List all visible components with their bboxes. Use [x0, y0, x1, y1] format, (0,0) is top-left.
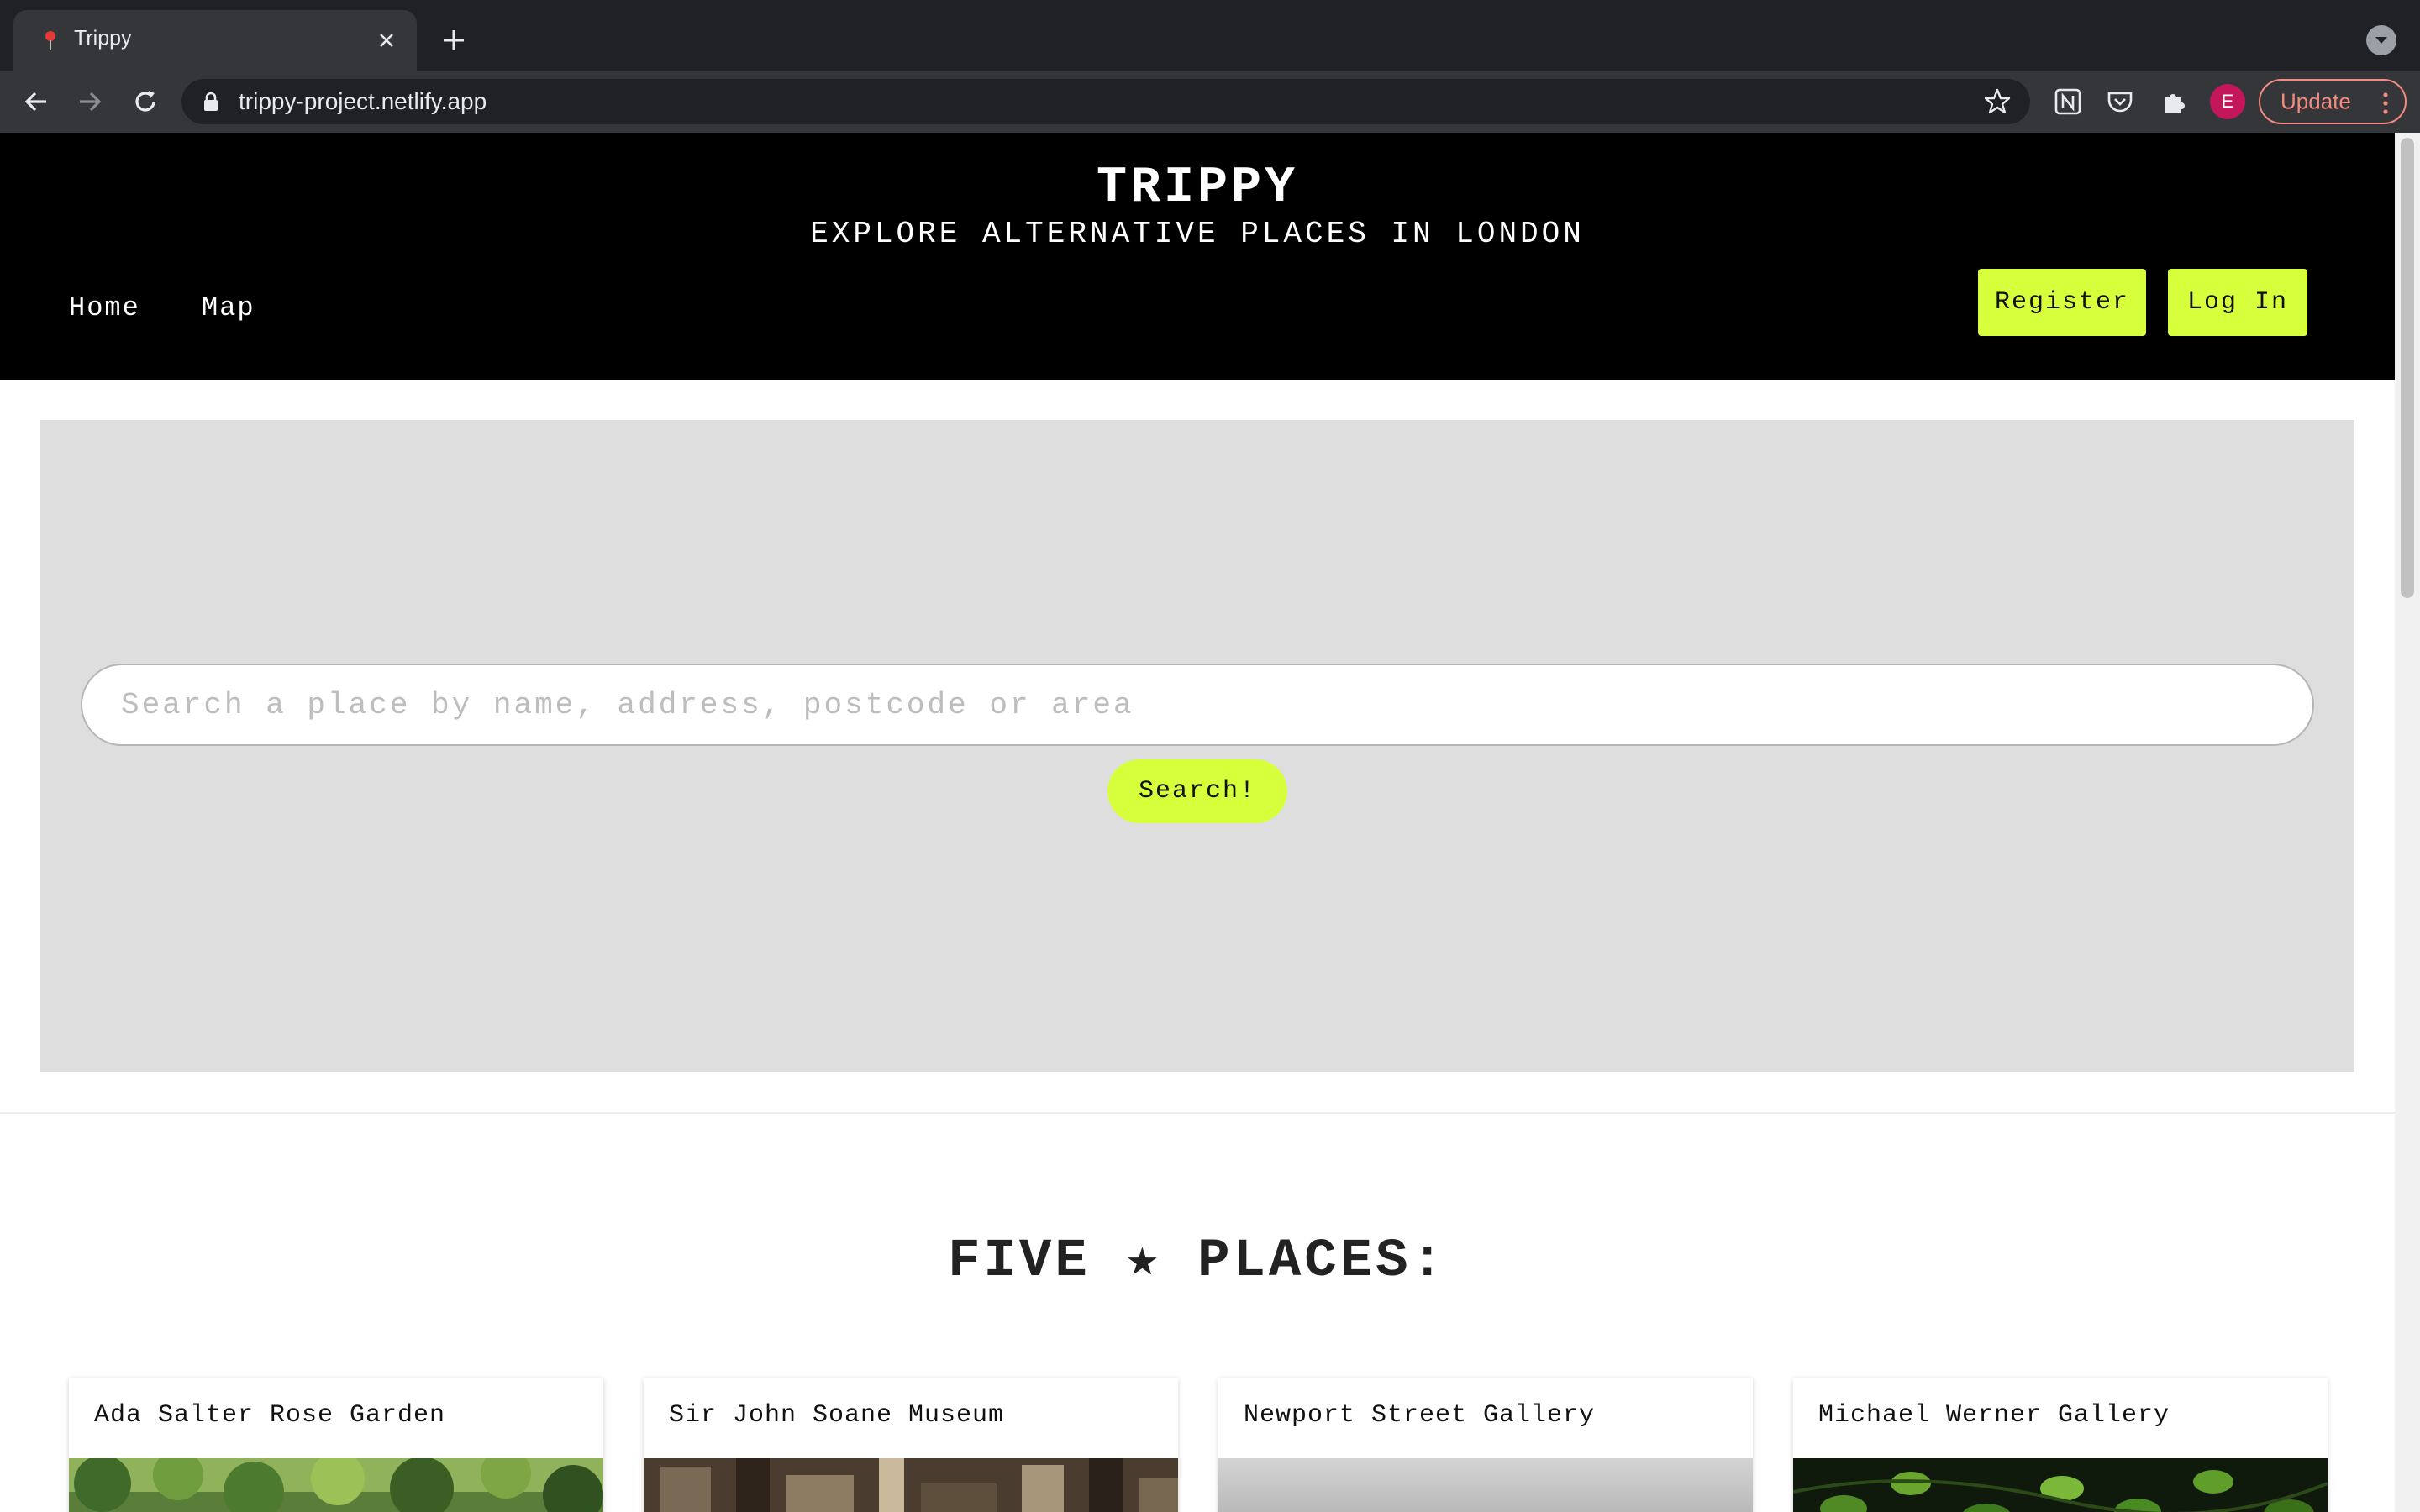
place-photo [1218, 1458, 1753, 1512]
site-title[interactable]: TRIPPY [0, 160, 2395, 217]
site-header: TRIPPY EXPLORE ALTERNATIVE PLACES IN LON… [0, 133, 2395, 380]
place-card[interactable]: Michael Werner Gallery [1793, 1378, 2328, 1512]
pocket-extension-icon[interactable] [2102, 84, 2138, 119]
place-card-title: Sir John Soane Museum [669, 1401, 1005, 1430]
lock-icon [204, 92, 218, 111]
section-divider [0, 1112, 2395, 1114]
browser-tab[interactable]: Trippy [13, 10, 417, 71]
featured-places-title: FIVE ★ PLACES: [948, 1231, 1447, 1292]
place-card[interactable]: Sir John Soane Museum [644, 1378, 1178, 1512]
place-card-title: Michael Werner Gallery [1818, 1401, 2170, 1430]
address-bar[interactable]: trippy-project.netlify.app [182, 79, 2030, 124]
search-input[interactable] [81, 664, 2314, 746]
update-button[interactable]: Update [2259, 79, 2407, 124]
reload-icon[interactable] [126, 82, 165, 121]
nav-home-link[interactable]: Home [69, 292, 140, 323]
search-button[interactable]: Search! [1107, 759, 1287, 823]
place-card[interactable]: Newport Street Gallery [1218, 1378, 1753, 1512]
url-text: trippy-project.netlify.app [239, 88, 487, 114]
close-tab-icon[interactable] [371, 25, 402, 55]
page-scrollbar[interactable] [2395, 133, 2420, 1512]
browser-tabstrip: Trippy [0, 0, 2420, 71]
notion-extension-icon[interactable] [2050, 84, 2086, 119]
register-button[interactable]: Register [1978, 269, 2146, 336]
page-viewport: TRIPPY EXPLORE ALTERNATIVE PLACES IN LON… [0, 133, 2395, 1512]
nav-map-link[interactable]: Map [202, 292, 255, 323]
login-button[interactable]: Log In [2168, 269, 2307, 336]
place-card-title: Newport Street Gallery [1244, 1401, 1596, 1430]
forward-arrow-icon[interactable] [71, 82, 109, 121]
tab-title: Trippy [74, 26, 132, 50]
place-photo [69, 1458, 603, 1512]
browser-toolbar: trippy-project.netlify.app E Update [0, 71, 2420, 133]
place-photo [644, 1458, 1178, 1512]
bookmark-star-icon[interactable] [1983, 87, 2012, 116]
profile-avatar[interactable]: E [2210, 84, 2245, 119]
place-card[interactable]: Ada Salter Rose Garden [69, 1378, 603, 1512]
back-arrow-icon[interactable] [17, 82, 55, 121]
place-photo [1793, 1458, 2328, 1512]
more-vertical-icon [2383, 92, 2388, 114]
update-label: Update [2281, 88, 2351, 114]
extensions-puzzle-icon[interactable] [2156, 84, 2191, 119]
new-tab-icon[interactable] [437, 24, 471, 57]
scrollbar-thumb[interactable] [2401, 138, 2414, 598]
tab-search-icon[interactable] [2366, 25, 2396, 55]
place-card-title: Ada Salter Rose Garden [94, 1401, 446, 1430]
site-subtitle: EXPLORE ALTERNATIVE PLACES IN LONDON [810, 217, 1585, 251]
search-hero: Search! [40, 420, 2354, 1072]
map-pin-icon [45, 31, 55, 50]
